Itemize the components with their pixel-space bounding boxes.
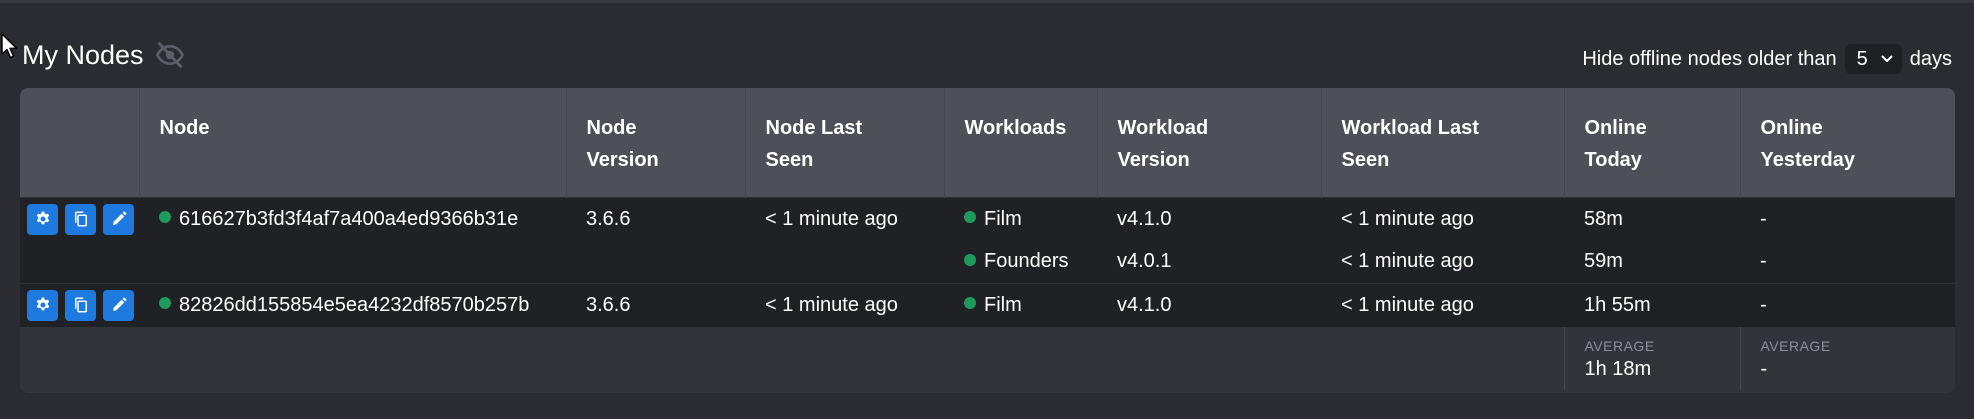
workload-name: Founders [984, 250, 1069, 273]
column-header-node-last-seen: Node Last Seen [745, 88, 945, 197]
column-header-actions [20, 88, 140, 197]
online-dot-icon [964, 297, 976, 310]
workload-last-seen: < 1 minute ago [1321, 196, 1564, 241]
settings-button[interactable] [27, 289, 58, 321]
filter-label-prefix: Hide offline nodes older than [1582, 47, 1837, 70]
gear-icon [36, 211, 49, 225]
days-select-value: 5 [1856, 47, 1868, 70]
node-version: 3.6.6 [566, 282, 745, 327]
workload-cell: Founders [944, 241, 1097, 283]
pencil-icon [112, 297, 126, 312]
workload-name: Film [984, 293, 1022, 316]
node-last-seen: < 1 minute ago [745, 282, 944, 327]
gear-icon [36, 297, 49, 311]
edit-button[interactable] [103, 289, 134, 321]
online-yesterday-average: AVERAGE - [1739, 327, 1955, 389]
column-header-workload-last-seen: Workload Last Seen [1321, 88, 1565, 197]
row-actions [20, 282, 139, 327]
table-row: Founders v4.0.1 < 1 minute ago 59m - [20, 241, 1955, 283]
column-header-online-today: Online Today [1564, 88, 1741, 197]
node-id-cell: 82826dd155854e5ea4232df8570b257b [139, 282, 566, 327]
mouse-cursor-icon [1, 33, 18, 59]
table-header-row: Node Node Version Node Last Seen Workloa… [20, 88, 1955, 197]
online-dot-icon [964, 253, 976, 266]
copy-icon [74, 297, 87, 313]
average-value: - [1760, 358, 1768, 380]
column-header-workload-last-seen-label: Workload Last Seen [1341, 117, 1479, 171]
settings-button[interactable] [27, 203, 58, 235]
empty-cell [1097, 327, 1321, 389]
node-version: 3.6.6 [566, 196, 745, 241]
copy-icon [74, 211, 87, 227]
online-yesterday: - [1740, 282, 1955, 327]
column-header-workload-version-label: Workload Version [1117, 117, 1209, 171]
column-header-node-version: Node Version [566, 88, 746, 197]
copy-button[interactable] [65, 203, 96, 235]
column-header-workloads: Workloads [944, 88, 1098, 197]
empty-cell [745, 327, 944, 389]
column-header-online-yesterday: Online Yesterday [1740, 88, 1955, 197]
filter-label-suffix: days [1909, 47, 1952, 70]
nodes-table: Node Node Version Node Last Seen Workloa… [20, 88, 1955, 389]
workload-last-seen: < 1 minute ago [1321, 282, 1564, 327]
empty-cell [139, 327, 566, 389]
heading-row: My Nodes [22, 38, 186, 72]
empty-cell [20, 241, 139, 283]
node-id-cell: 616627b3fd3f4af7a400a4ed9366b31e [139, 196, 566, 241]
column-header-node: Node [139, 88, 567, 197]
empty-cell [139, 241, 566, 283]
column-header-node-version-label: Node Version [586, 117, 659, 171]
page-title: My Nodes [22, 40, 144, 70]
top-border [0, 0, 1974, 3]
workload-last-seen: < 1 minute ago [1321, 241, 1564, 283]
online-today-average: AVERAGE 1h 18m [1563, 327, 1740, 389]
column-header-workload-version: Workload Version [1097, 88, 1322, 197]
pencil-icon [112, 211, 126, 226]
empty-cell [566, 241, 745, 283]
table-row: 616627b3fd3f4af7a400a4ed9366b31e 3.6.6 <… [20, 196, 1955, 241]
column-header-online-yesterday-label: Online Yesterday [1760, 117, 1856, 171]
empty-cell [745, 241, 944, 283]
online-dot-icon [159, 211, 171, 224]
workload-version: v4.1.0 [1097, 282, 1321, 327]
column-header-node-last-seen-label: Node Last Seen [765, 117, 863, 171]
average-label: AVERAGE [1584, 338, 1655, 354]
empty-cell [1321, 327, 1564, 389]
table-row: 82826dd155854e5ea4232df8570b257b 3.6.6 <… [20, 282, 1955, 327]
chevron-down-icon [1881, 55, 1893, 62]
online-dot-icon [964, 211, 976, 224]
summary-row: AVERAGE 1h 18m AVERAGE - [20, 327, 1955, 389]
copy-button[interactable] [65, 289, 96, 321]
workload-cell: Film [944, 196, 1097, 241]
empty-cell [566, 327, 745, 389]
workload-version: v4.1.0 [1097, 196, 1321, 241]
online-dot-icon [159, 297, 171, 310]
days-select[interactable]: 5 [1844, 44, 1902, 74]
online-yesterday: - [1740, 196, 1955, 241]
online-today: 1h 55m [1564, 282, 1740, 327]
eye-off-icon[interactable] [154, 39, 186, 71]
average-value: 1h 18m [1584, 358, 1652, 380]
node-id: 82826dd155854e5ea4232df8570b257b [179, 293, 530, 316]
row-actions [20, 196, 139, 241]
workload-name: Film [984, 207, 1022, 230]
edit-button[interactable] [103, 203, 134, 235]
column-header-online-today-label: Online Today [1584, 117, 1647, 171]
empty-cell [20, 327, 139, 389]
node-last-seen: < 1 minute ago [745, 196, 944, 241]
average-label: AVERAGE [1760, 338, 1831, 354]
online-today: 59m [1564, 241, 1740, 283]
online-today: 58m [1564, 196, 1740, 241]
offline-filter: Hide offline nodes older than 5 days [1582, 44, 1952, 74]
node-id: 616627b3fd3f4af7a400a4ed9366b31e [179, 207, 519, 230]
online-yesterday: - [1740, 241, 1955, 283]
workload-cell: Film [944, 282, 1097, 327]
nodes-table-card: Node Node Version Node Last Seen Workloa… [20, 88, 1955, 393]
workload-version: v4.0.1 [1097, 241, 1321, 283]
empty-cell [944, 327, 1097, 389]
